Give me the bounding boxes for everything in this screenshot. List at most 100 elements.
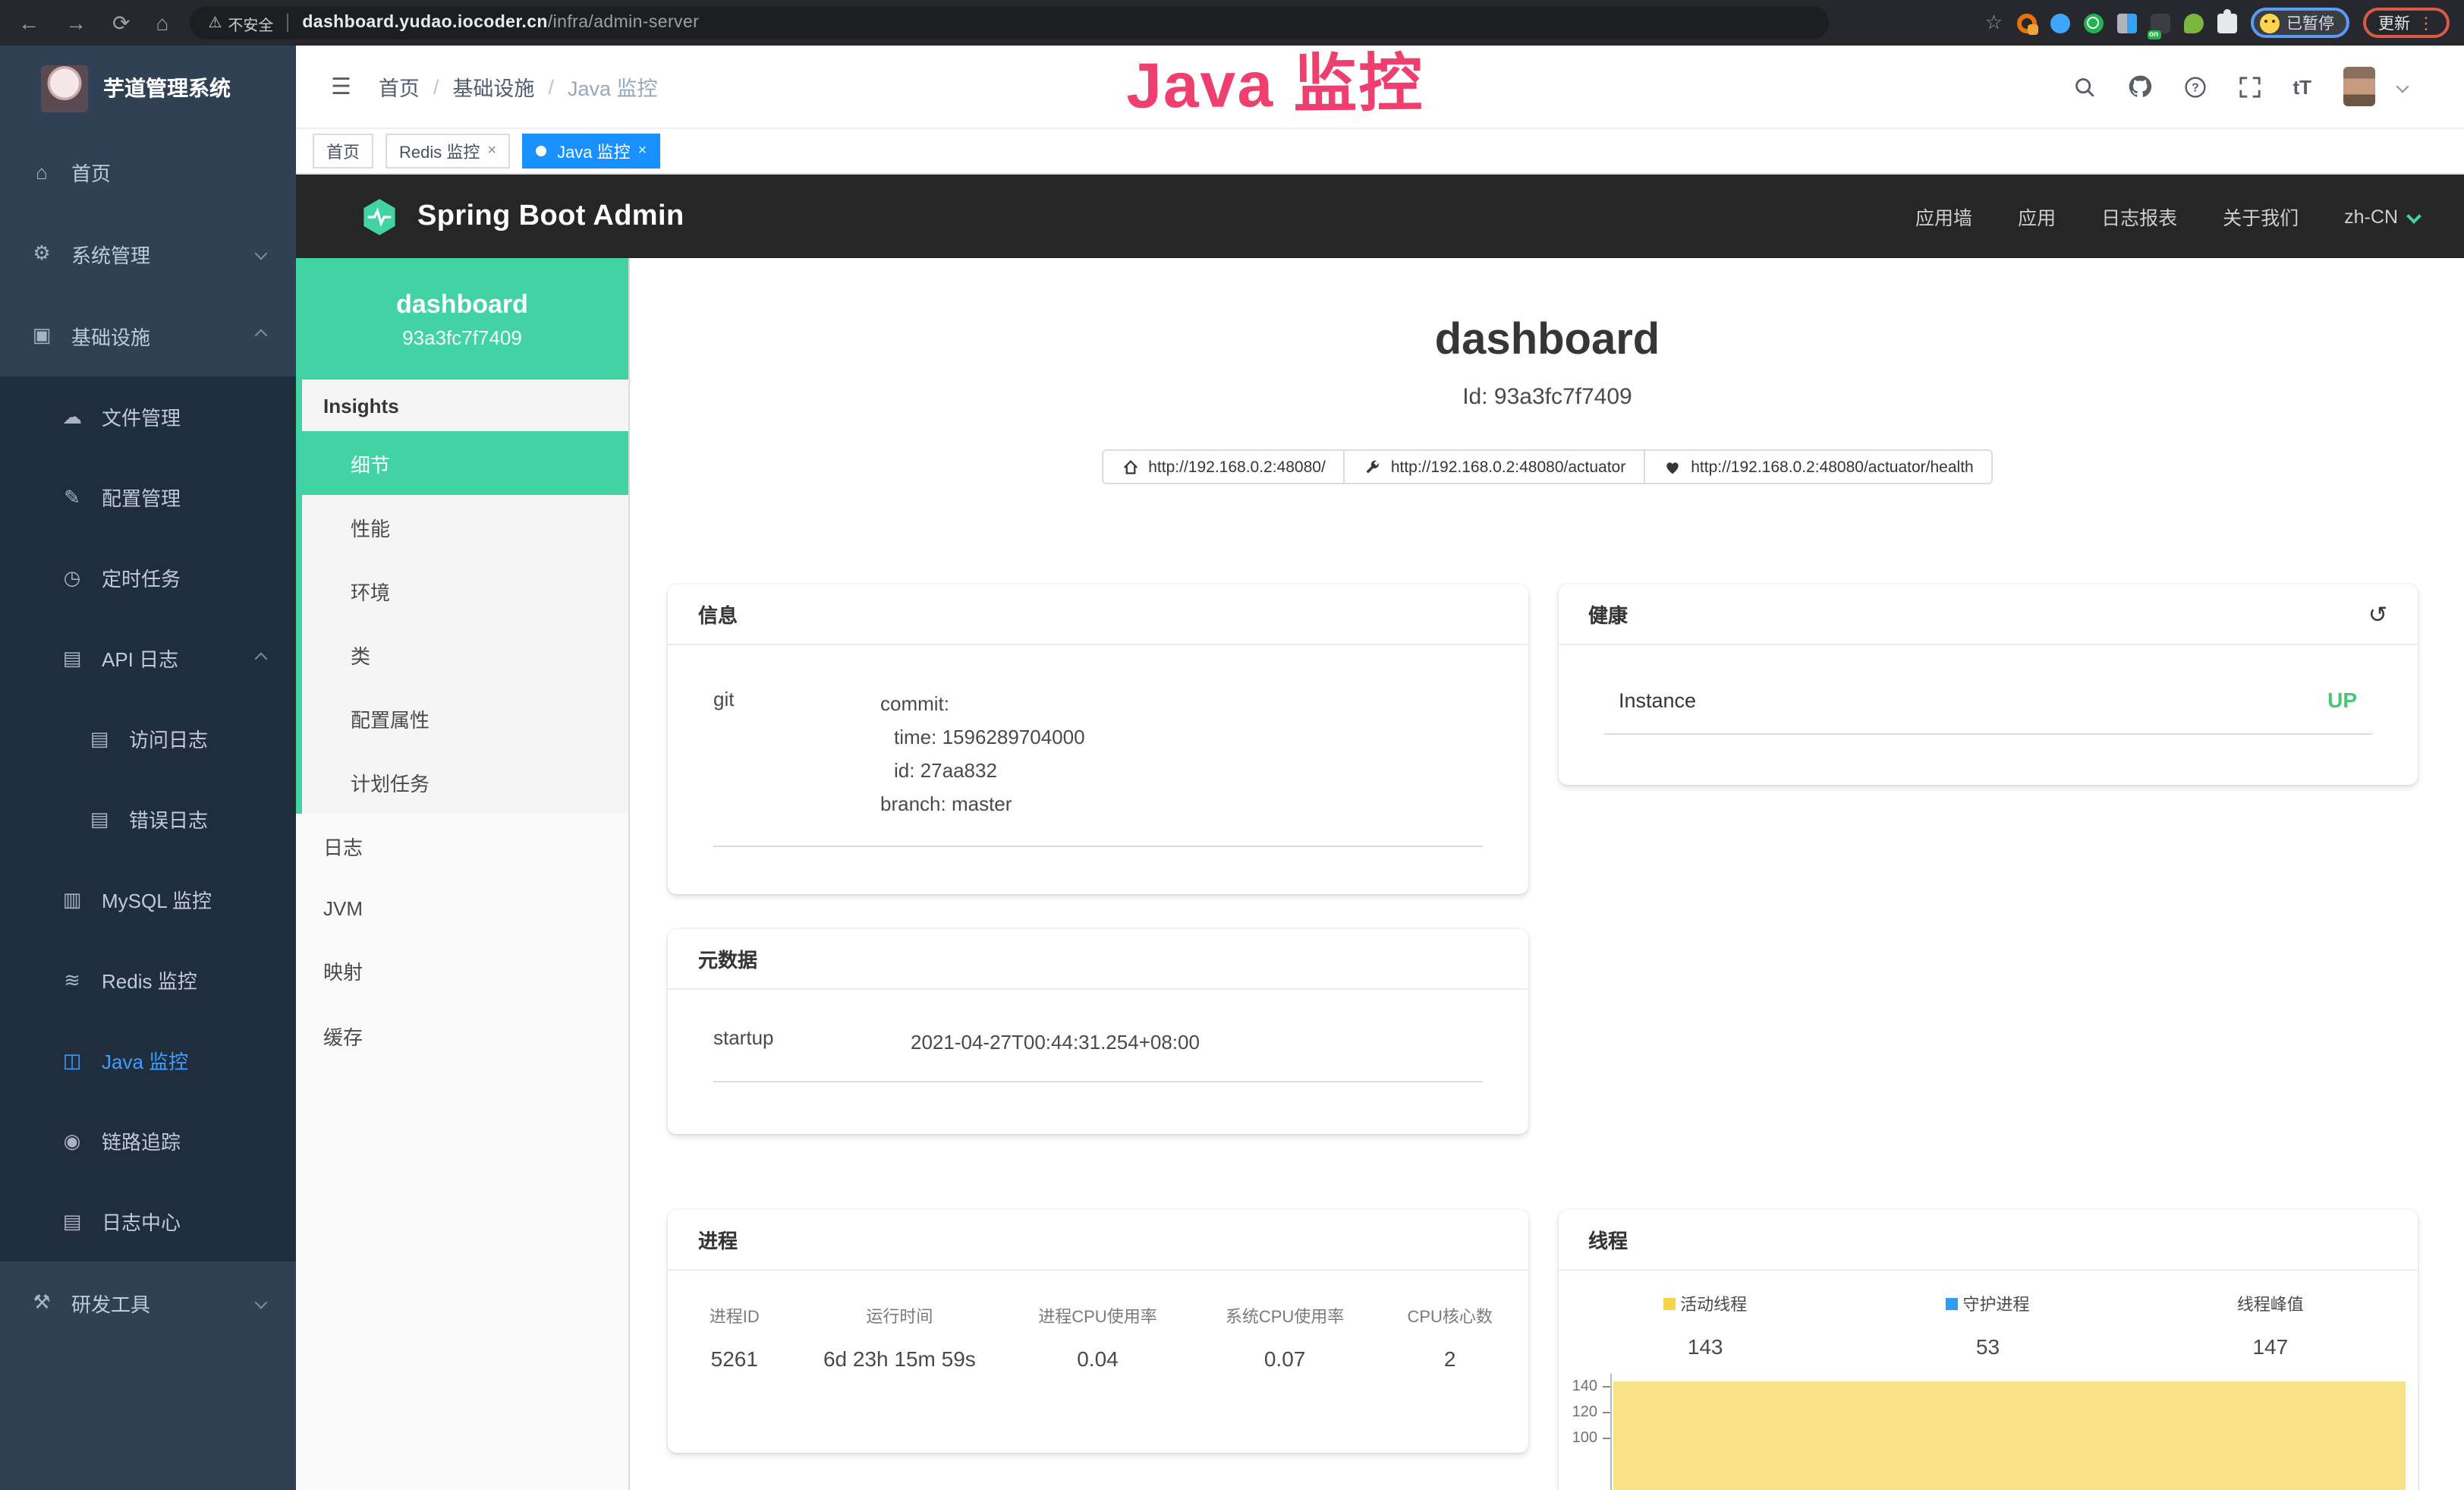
nav-item-configprops[interactable]: 配置属性	[302, 686, 628, 750]
search-icon[interactable]	[2072, 75, 2095, 98]
sba-nav-about[interactable]: 关于我们	[2223, 202, 2299, 231]
extension-icon-5[interactable]	[2150, 13, 2170, 33]
extension-icon-1[interactable]	[2016, 13, 2036, 33]
browser-menu-icon[interactable]: ⋮	[2418, 13, 2434, 33]
sba-nav-applications[interactable]: 应用	[2018, 202, 2056, 231]
tag-home[interactable]: 首页	[313, 134, 373, 169]
sba-body: dashboard 93a3fc7f7409 Insights 细节 性能 环境…	[296, 258, 2464, 1490]
fullscreen-icon[interactable]	[2238, 75, 2261, 98]
help-icon[interactable]: ?	[2183, 75, 2206, 98]
metadata-card-header: 元数据	[668, 929, 1528, 990]
process-col-header: 进程ID	[674, 1304, 795, 1328]
nav-item-scheduled-tasks[interactable]: 计划任务	[302, 750, 628, 814]
app-logo	[41, 65, 88, 112]
service-url-button[interactable]: http://192.168.0.2:48080/	[1101, 449, 1345, 484]
user-avatar[interactable]	[2343, 67, 2375, 106]
nav-group-insights: Insights 细节 性能 环境 类 配置属性 计划任务	[296, 380, 628, 814]
status-badge: UP	[2327, 688, 2357, 712]
nav-item-environment[interactable]: 环境	[302, 559, 628, 622]
sidebar-item-config[interactable]: ✎配置管理	[0, 457, 296, 537]
nav-item-classes[interactable]: 类	[302, 622, 628, 686]
sba-nav: 应用墙 应用 日志报表 关于我们 zh-CN	[1915, 202, 2419, 231]
info-row-value: commit: time: 1596289704000 id: 27aa832 …	[880, 688, 1085, 821]
bookmark-star-icon[interactable]: ☆	[1985, 11, 2003, 35]
sba-nav-wallboard[interactable]: 应用墙	[1915, 202, 1972, 231]
close-icon[interactable]: ×	[638, 143, 647, 159]
nav-item-metrics[interactable]: 性能	[302, 495, 628, 559]
browser-nav: ← → ⟳ ⌂	[0, 12, 168, 33]
admin-sidebar: 芋道管理系统 ⌂首页 ⚙系统管理 ▣基础设施 ☁文件管理 ✎配置管理 ◷定时任务…	[0, 46, 296, 1490]
instance-name: dashboard	[396, 289, 528, 320]
font-size-icon[interactable]: tT	[2292, 75, 2311, 98]
profile-chip[interactable]: 已暂停	[2250, 8, 2349, 38]
sidebar-item-dev-tools[interactable]: ⚒研发工具	[0, 1262, 296, 1344]
extension-icon-2[interactable]	[2050, 13, 2069, 33]
sidebar-item-tracing[interactable]: ◉链路追踪	[0, 1101, 296, 1181]
sba-brand[interactable]: Spring Boot Admin	[360, 195, 684, 238]
info-git-row: git commit: time: 1596289704000 id: 27aa…	[713, 645, 1482, 847]
clock-icon: ◷	[61, 565, 83, 590]
nav-group-logging[interactable]: 日志	[296, 814, 628, 879]
health-url-button[interactable]: http://192.168.0.2:48080/actuator/health	[1645, 449, 1993, 484]
close-icon[interactable]: ×	[487, 143, 496, 159]
monitor-icon: ▣	[30, 323, 53, 348]
breadcrumb-home[interactable]: 首页	[379, 71, 420, 102]
sidebar-item-java-monitor[interactable]: ◫Java 监控	[0, 1020, 296, 1101]
nav-group-jvm[interactable]: JVM	[296, 879, 628, 938]
browser-toolbar-right: ☆ 已暂停 更新⋮	[1985, 8, 2464, 38]
screenshot-root: ← → ⟳ ⌂ ⚠不安全 dashboard.yudao.iocoder.cn/…	[0, 0, 2464, 1490]
security-warning[interactable]: ⚠不安全	[208, 11, 273, 34]
home-icon	[1121, 458, 1139, 476]
sidebar-item-mysql[interactable]: ▥MySQL 监控	[0, 859, 296, 940]
sidebar-item-home[interactable]: ⌂首页	[0, 131, 296, 213]
extension-icon-6[interactable]	[2183, 13, 2203, 33]
github-icon[interactable]	[2127, 74, 2151, 99]
extension-icon-4[interactable]	[2116, 13, 2136, 33]
threads-card: 线程 活动线程 守护进程 线程峰值 143 53 147	[1558, 1210, 2418, 1490]
metadata-startup-row: startup 2021-04-27T00:44:31.254+08:00	[713, 990, 1482, 1082]
tags-view: 首页 Redis 监控× Java 监控×	[296, 129, 2464, 175]
process-col-header: 运行时间	[795, 1304, 1005, 1328]
tag-redis-monitor[interactable]: Redis 监控×	[385, 134, 510, 169]
extension-icon-3[interactable]	[2083, 13, 2103, 33]
sidebar-item-access-log[interactable]: ▤访问日志	[0, 698, 296, 779]
update-button[interactable]: 更新⋮	[2363, 8, 2450, 38]
sidebar-item-infra[interactable]: ▣基础设施	[0, 295, 296, 376]
back-icon[interactable]: ←	[18, 12, 39, 33]
reload-icon[interactable]: ⟳	[112, 12, 130, 33]
cpu-cores: 2	[1378, 1347, 1522, 1371]
instance-sidebar: dashboard 93a3fc7f7409 Insights 细节 性能 环境…	[296, 258, 630, 1490]
health-instance-row[interactable]: Instance UP	[1603, 645, 2372, 735]
instance-links: http://192.168.0.2:48080/ http://192.168…	[630, 449, 2464, 484]
home-icon[interactable]: ⌂	[156, 12, 168, 33]
app-title: 芋道管理系统	[103, 73, 231, 103]
url-bar[interactable]: ⚠不安全 dashboard.yudao.iocoder.cn/infra/ad…	[190, 6, 1829, 39]
nav-group-caches[interactable]: 缓存	[296, 1003, 628, 1069]
annotation-java-monitor: Java 监控	[1125, 32, 1424, 127]
sidebar-item-error-log[interactable]: ▤错误日志	[0, 779, 296, 859]
sidebar-item-log-center[interactable]: ▤日志中心	[0, 1181, 296, 1262]
instance-id: 93a3fc7f7409	[402, 326, 522, 348]
nav-group-mappings[interactable]: 映射	[296, 938, 628, 1003]
breadcrumb-infra[interactable]: 基础设施	[452, 71, 534, 102]
tag-java-monitor[interactable]: Java 监控×	[522, 134, 660, 169]
sidebar-item-files[interactable]: ☁文件管理	[0, 376, 296, 457]
nav-group-label[interactable]: Insights	[302, 380, 628, 431]
instance-header[interactable]: dashboard 93a3fc7f7409	[296, 258, 628, 380]
sidebar-item-jobs[interactable]: ◷定时任务	[0, 537, 296, 618]
sba-locale-select[interactable]: zh-CN	[2344, 206, 2419, 227]
sidebar-item-api-log[interactable]: ▤API 日志	[0, 618, 296, 698]
threads-stats: 活动线程 守护进程 线程峰值 143 53 147	[1558, 1271, 2418, 1359]
history-icon[interactable]: ↺	[2368, 600, 2387, 628]
sidebar-item-system[interactable]: ⚙系统管理	[0, 213, 296, 295]
chevron-down-icon[interactable]	[2396, 80, 2409, 93]
nav-item-details[interactable]: 细节	[296, 431, 628, 495]
app-logo-row: 芋道管理系统	[0, 46, 296, 131]
actuator-url-button[interactable]: http://192.168.0.2:48080/actuator	[1345, 449, 1645, 484]
extensions-puzzle-icon[interactable]	[2217, 13, 2236, 33]
instance-details: dashboard Id: 93a3fc7f7409 http://192.16…	[630, 258, 2464, 1490]
sba-nav-journal[interactable]: 日志报表	[2101, 202, 2177, 231]
sidebar-item-redis[interactable]: ≋Redis 监控	[0, 940, 296, 1020]
hamburger-icon[interactable]: ☰	[331, 73, 351, 100]
forward-icon[interactable]: →	[65, 12, 87, 33]
